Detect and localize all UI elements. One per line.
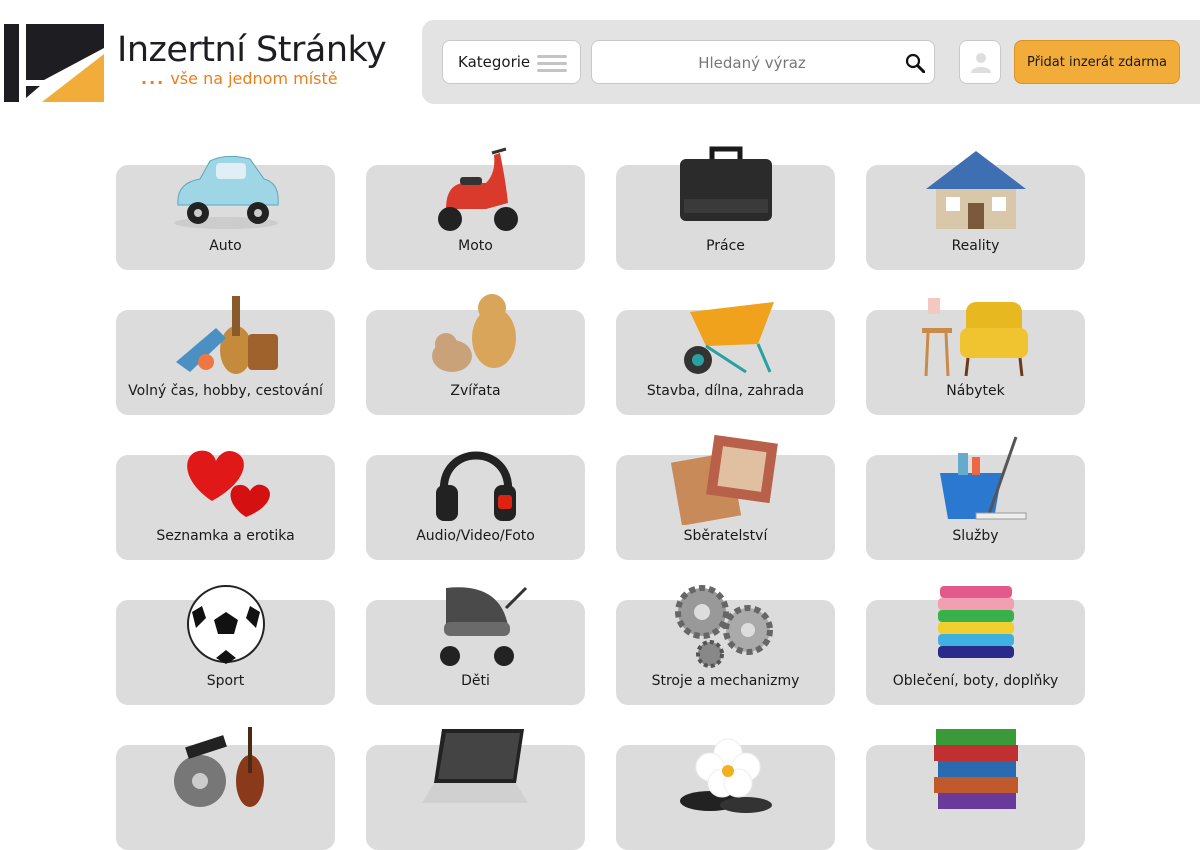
- category-card[interactable]: Moto: [366, 147, 585, 270]
- category-label: Auto: [209, 238, 242, 254]
- scooter-icon: [416, 143, 536, 235]
- hobby-icon: [166, 288, 286, 380]
- culture-icon: [166, 723, 286, 815]
- house-icon: [916, 143, 1036, 235]
- category-label: Seznamka a erotika: [156, 528, 295, 544]
- category-label: Oblečení, boty, doplňky: [892, 673, 1059, 689]
- category-card[interactable]: [116, 727, 335, 850]
- briefcase-icon: [666, 143, 786, 235]
- category-label: Stroje a mechanizmy: [651, 673, 800, 689]
- category-label: Nábytek: [946, 383, 1005, 399]
- category-card[interactable]: [616, 738, 835, 850]
- category-label: Moto: [458, 238, 493, 254]
- category-card[interactable]: Práce: [616, 146, 835, 270]
- category-label: Služby: [952, 528, 999, 544]
- category-card[interactable]: Reality: [866, 151, 1085, 270]
- logo-mark-icon: [4, 24, 104, 102]
- stroller-icon: [416, 578, 536, 670]
- category-grid: Auto Moto Práce Reality Volný čas, hobby, ce…: [116, 0, 1116, 850]
- category-card[interactable]: Seznamka a erotika: [116, 450, 335, 560]
- books-icon: [916, 723, 1036, 815]
- car-icon: [166, 143, 286, 235]
- category-card[interactable]: Stavba, dílna, zahrada: [616, 302, 835, 415]
- category-card[interactable]: Děti: [366, 586, 585, 705]
- category-card[interactable]: Volný čas, hobby, cestování: [116, 296, 335, 415]
- category-label: Volný čas, hobby, cestování: [128, 383, 323, 399]
- category-card[interactable]: Auto: [116, 155, 335, 270]
- category-label: Stavba, dílna, zahrada: [646, 383, 805, 399]
- category-card[interactable]: Služby: [866, 436, 1085, 560]
- category-label: Sport: [206, 673, 245, 689]
- laptop-icon: [416, 723, 536, 815]
- category-card[interactable]: Nábytek: [866, 298, 1085, 415]
- category-label: Sběratelství: [683, 528, 768, 544]
- category-label: Zvířata: [450, 383, 501, 399]
- clothes-stack-icon: [916, 578, 1036, 670]
- cleaning-bucket-icon: [916, 433, 1036, 525]
- stamps-icon: [666, 433, 786, 526]
- category-label: Práce: [706, 238, 745, 254]
- category-card[interactable]: Audio/Video/Foto: [366, 451, 585, 560]
- gears-icon: [666, 578, 786, 670]
- category-label: Reality: [951, 238, 1000, 254]
- category-label: Děti: [461, 673, 490, 689]
- soccer-ball-icon: [166, 578, 286, 670]
- category-label: Audio/Video/Foto: [416, 528, 535, 544]
- spa-flower-icon: [666, 723, 786, 815]
- category-card[interactable]: Sběratelství: [616, 434, 835, 560]
- category-card[interactable]: [366, 729, 585, 850]
- armchair-icon: [916, 288, 1036, 380]
- category-card[interactable]: Sport: [116, 585, 335, 705]
- wheelbarrow-icon: [666, 288, 786, 380]
- category-card[interactable]: Zvířata: [366, 294, 585, 415]
- pets-icon: [416, 288, 536, 380]
- hearts-icon: [166, 433, 286, 525]
- category-card[interactable]: [866, 729, 1085, 850]
- category-card[interactable]: Oblečení, boty, doplňky: [866, 586, 1085, 705]
- headphones-icon: [416, 433, 536, 525]
- category-card[interactable]: Stroje a mechanizmy: [616, 585, 835, 705]
